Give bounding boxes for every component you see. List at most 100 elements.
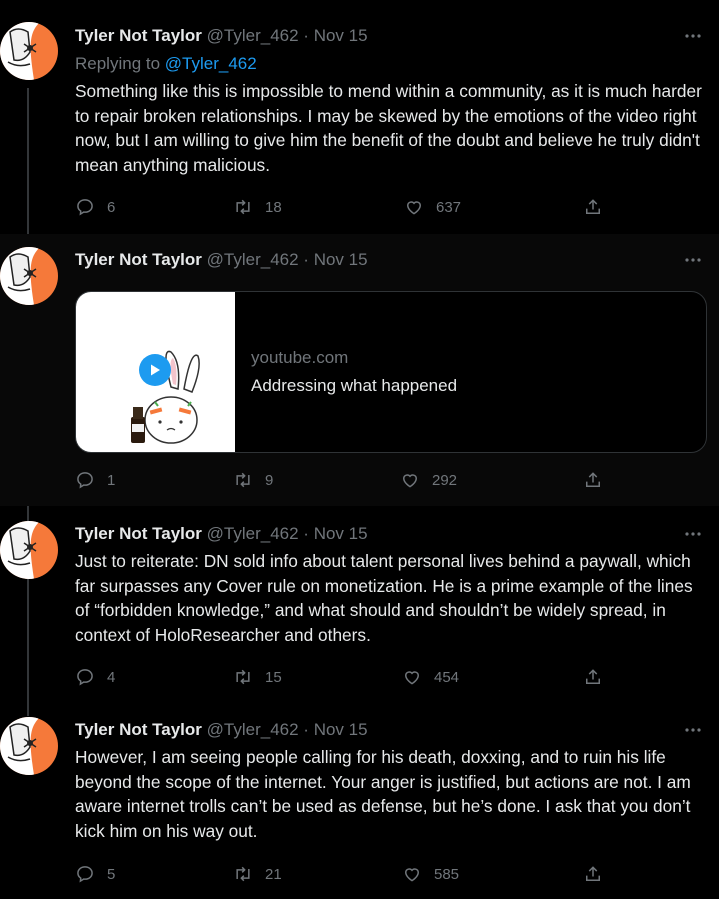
like-count: 454 [434,668,460,686]
reply-count: 5 [107,865,116,883]
display-name[interactable]: Tyler Not Taylor [75,524,202,543]
tweet-text: However, I am seeing people calling for … [75,747,691,841]
ellipsis-icon [685,532,701,536]
share-upload-icon [586,199,600,214]
heart-icon [404,671,420,685]
share-button[interactable] [583,862,603,886]
retweet-button[interactable]: 15 [233,665,282,689]
avatar-image [0,521,58,579]
avatar-image [0,717,58,775]
card-domain: youtube.com [251,348,349,367]
timestamp[interactable]: Nov 15 [314,524,368,543]
retweet-count: 18 [265,198,282,216]
avatar[interactable] [0,717,58,775]
avatar[interactable] [0,247,58,305]
card-title[interactable]: Addressing what happened [251,376,457,396]
play-button[interactable] [139,354,171,386]
play-icon [151,364,160,376]
like-button[interactable]: 454 [402,665,459,689]
handle[interactable]: @Tyler_462 [207,250,299,269]
separator: · [303,720,309,739]
share-button[interactable] [583,665,603,689]
tweet-text: Just to reiterate: DN sold info about ta… [75,551,693,645]
more-options-button[interactable] [681,24,705,48]
action-bar: 1 9 292 [75,468,615,492]
retweet-count: 9 [265,471,274,489]
separator: · [303,250,309,269]
share-button[interactable] [583,195,603,219]
video-thumbnail[interactable] [76,292,235,452]
share-button[interactable] [583,468,603,492]
link-preview-card[interactable]: youtube.com Addressing what happened [75,291,707,453]
ellipsis-icon [685,258,701,262]
more-options-button[interactable] [681,718,705,742]
share-upload-icon [586,472,600,487]
tweet-header: Tyler Not Taylor @Tyler_462 · Nov 15 [75,718,368,742]
display-name[interactable]: Tyler Not Taylor [75,250,202,269]
timestamp[interactable]: Nov 15 [314,250,368,269]
avatar-image [0,22,58,80]
heart-icon [404,868,420,882]
replying-to: Replying to @Tyler_462 [75,52,257,76]
like-button[interactable]: 637 [404,195,461,219]
share-upload-icon [586,866,600,881]
handle[interactable]: @Tyler_462 [207,524,299,543]
display-name[interactable]: Tyler Not Taylor [75,720,202,739]
tweet-header: Tyler Not Taylor @Tyler_462 · Nov 15 [75,24,368,48]
retweet-button[interactable]: 21 [233,862,282,886]
ellipsis-icon [685,728,701,732]
retweet-button[interactable]: 9 [233,468,273,492]
separator: · [303,26,309,45]
like-count: 292 [432,471,458,489]
handle[interactable]: @Tyler_462 [207,26,299,45]
reply-count: 1 [107,471,116,489]
share-upload-icon [586,669,600,684]
separator: · [303,524,309,543]
speech-bubble-icon [77,472,93,489]
avatar[interactable] [0,22,58,80]
retweet-arrows-icon [236,669,250,685]
heart-icon [406,201,422,215]
speech-bubble-icon [77,669,93,686]
speech-bubble-icon [77,866,93,883]
reply-button[interactable]: 1 [75,468,115,492]
action-bar: 5 21 585 [75,862,615,886]
retweet-button[interactable]: 18 [233,195,282,219]
tweet-text: Something like this is impossible to men… [75,81,702,175]
handle[interactable]: @Tyler_462 [207,720,299,739]
retweet-arrows-icon [236,472,250,488]
action-bar: 4 15 454 [75,665,615,689]
action-bar: 6 18 637 [75,195,615,219]
tweet-1[interactable]: Tyler Not Taylor @Tyler_462 · Nov 15 Rep… [0,0,719,234]
tweet-2[interactable]: Tyler Not Taylor @Tyler_462 · Nov 15 you… [0,234,719,506]
tweet-3[interactable]: Tyler Not Taylor @Tyler_462 · Nov 15 Jus… [0,506,719,702]
tweet-header: Tyler Not Taylor @Tyler_462 · Nov 15 [75,522,368,546]
speech-bubble-icon [77,199,93,216]
avatar-image [0,247,58,305]
reply-button[interactable]: 5 [75,862,115,886]
tweet-header: Tyler Not Taylor @Tyler_462 · Nov 15 [75,248,368,272]
reply-count: 4 [107,668,116,686]
retweet-arrows-icon [236,199,250,215]
reply-button[interactable]: 4 [75,665,115,689]
like-count: 585 [434,865,460,883]
like-button[interactable]: 585 [402,862,459,886]
reply-button[interactable]: 6 [75,195,115,219]
reply-count: 6 [107,198,116,216]
tweet-4[interactable]: Tyler Not Taylor @Tyler_462 · Nov 15 How… [0,702,719,899]
like-count: 637 [436,198,462,216]
ellipsis-icon [685,34,701,38]
more-options-button[interactable] [681,522,705,546]
like-button[interactable]: 292 [400,468,457,492]
more-options-button[interactable] [681,248,705,272]
display-name[interactable]: Tyler Not Taylor [75,26,202,45]
retweet-count: 15 [265,668,282,686]
retweet-count: 21 [265,865,282,883]
replying-to-handle-link[interactable]: @Tyler_462 [165,54,257,73]
replying-to-label: Replying to [75,54,165,73]
avatar[interactable] [0,521,58,579]
timestamp[interactable]: Nov 15 [314,26,368,45]
timestamp[interactable]: Nov 15 [314,720,368,739]
heart-icon [402,474,418,488]
retweet-arrows-icon [236,866,250,882]
